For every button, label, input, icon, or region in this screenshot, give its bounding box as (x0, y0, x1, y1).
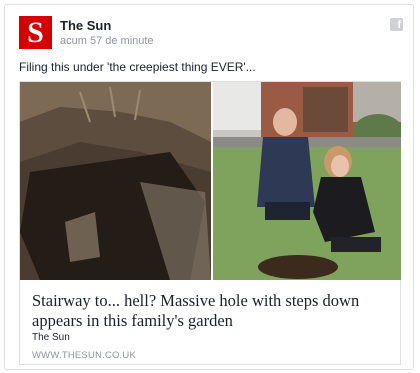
link-headline[interactable]: Stairway to... hell? Massive hole with s… (32, 291, 392, 331)
page-name[interactable]: The Sun (60, 18, 111, 33)
hole-photo-illustration (20, 82, 211, 280)
the-sun-logo[interactable]: S (19, 16, 52, 49)
family-photo[interactable] (213, 82, 401, 280)
facebook-icon[interactable]: f (390, 18, 403, 31)
hole-photo[interactable] (20, 82, 211, 280)
post-timestamp[interactable]: acum 57 de minute (60, 35, 154, 47)
link-source: The Sun (32, 332, 70, 343)
link-preview-card[interactable]: Stairway to... hell? Massive hole with s… (19, 81, 401, 365)
post-caption: Filing this under 'the creepiest thing E… (19, 60, 256, 74)
facebook-post: S The Sun acum 57 de minute f Filing thi… (4, 4, 414, 370)
family-photo-illustration (213, 82, 401, 280)
link-domain: WWW.THESUN.CO.UK (32, 350, 136, 361)
